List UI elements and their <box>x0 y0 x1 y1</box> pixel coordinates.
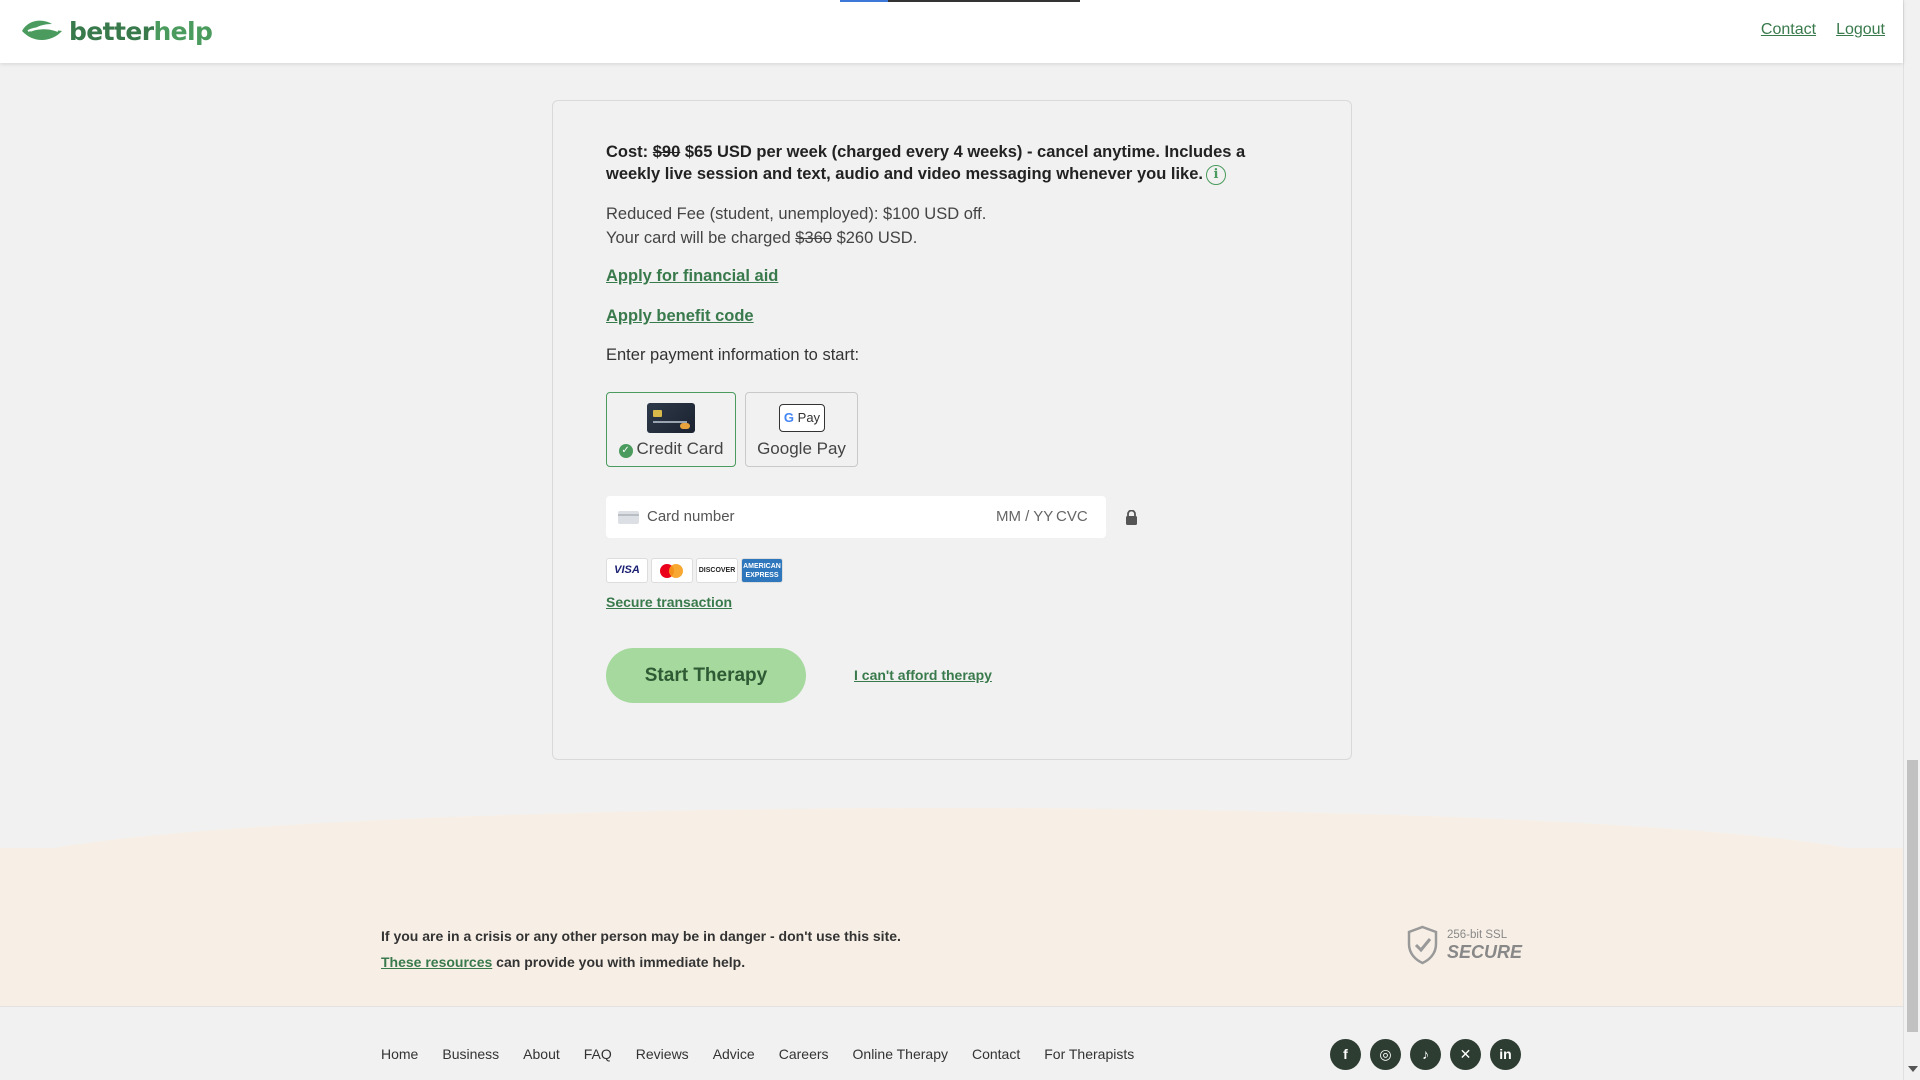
logo-wordmark: betterhelp <box>69 16 213 46</box>
secure-transaction-link[interactable]: Secure transaction <box>606 594 732 610</box>
ssl-secure-label: SECURE <box>1447 941 1523 962</box>
visa-icon: VISA <box>606 558 648 583</box>
charge-new-amount: $260 USD. <box>831 229 918 247</box>
check-icon: ✓ <box>618 444 633 458</box>
card-cvc-placeholder[interactable]: CVC <box>1056 508 1088 525</box>
google-pay-label: Google Pay <box>757 439 846 458</box>
card-number-placeholder[interactable]: Card number <box>647 508 735 525</box>
leaf-logo-icon <box>22 20 62 41</box>
footer-link-business[interactable]: Business <box>442 1046 499 1062</box>
credit-card-icon <box>647 403 695 433</box>
header-progress-line <box>840 0 1080 2</box>
contact-link[interactable]: Contact <box>1761 21 1816 39</box>
cost-description: Cost: $90 $65 USD per week (charged ever… <box>606 141 1286 185</box>
charge-prefix: Your card will be charged <box>606 229 796 247</box>
header-progress-fill <box>840 0 888 2</box>
google-pay-icon: G Pay <box>779 404 825 432</box>
header-nav: Contact Logout <box>1761 21 1885 39</box>
scroll-down-arrow-icon[interactable] <box>1908 1066 1918 1072</box>
crisis-resources-text: can provide you with immediate help. <box>492 954 746 970</box>
page-scrollbar[interactable] <box>1903 0 1920 1080</box>
scrollbar-thumb[interactable] <box>1907 760 1918 1032</box>
shield-check-icon <box>1407 925 1438 965</box>
ssl-badge: 256-bit SSL SECURE <box>1406 925 1522 965</box>
payment-panel: Cost: $90 $65 USD per week (charged ever… <box>552 100 1352 760</box>
benefit-code-link[interactable]: Apply benefit code <box>606 307 754 326</box>
info-icon[interactable]: i <box>1205 164 1226 185</box>
financial-aid-link[interactable]: Apply for financial aid <box>606 267 778 286</box>
social-links: f ◎ ♪ ✕ in <box>1330 1039 1521 1070</box>
footer-link-advice[interactable]: Advice <box>713 1046 755 1062</box>
footer-links: Home Business About FAQ Reviews Advice C… <box>381 1046 1134 1062</box>
crisis-notice: If you are in a crisis or any other pers… <box>381 923 901 975</box>
resources-link[interactable]: These resources <box>381 954 492 970</box>
footer-link-careers[interactable]: Careers <box>779 1046 829 1062</box>
footer-link-online-therapy[interactable]: Online Therapy <box>853 1046 948 1062</box>
card-number-field[interactable]: Card number MM / YY CVC <box>606 496 1106 538</box>
instagram-icon[interactable]: ◎ <box>1370 1039 1401 1070</box>
credit-card-text: Credit Card <box>636 439 724 458</box>
crisis-line: If you are in a crisis or any other pers… <box>381 928 901 944</box>
reduced-fee-block: Reduced Fee (student, unemployed): $100 … <box>606 202 986 250</box>
cost-prefix: Cost: <box>606 143 653 161</box>
facebook-icon[interactable]: f <box>1330 1039 1361 1070</box>
discover-icon: DISCOVER <box>696 558 738 583</box>
site-header: betterhelp Contact Logout <box>0 0 1903 63</box>
logo-better: better <box>69 16 154 46</box>
ssl-text: 256-bit SSL SECURE <box>1447 929 1522 962</box>
ssl-small-label: 256-bit SSL <box>1447 928 1508 941</box>
footer-link-for-therapists[interactable]: For Therapists <box>1044 1046 1134 1062</box>
footer-link-about[interactable]: About <box>523 1046 560 1062</box>
reduced-fee-line: Reduced Fee (student, unemployed): $100 … <box>606 205 987 223</box>
card-expiry-placeholder[interactable]: MM / YY <box>996 508 1053 525</box>
logout-link[interactable]: Logout <box>1836 21 1885 39</box>
crisis-resources-line: These resources can provide you with imm… <box>381 949 901 975</box>
google-pay-option[interactable]: G Pay Google Pay <box>745 392 858 467</box>
footer-link-home[interactable]: Home <box>381 1046 418 1062</box>
credit-card-label: ✓ Credit Card <box>607 439 735 459</box>
charge-old-amount: $360 <box>795 229 832 247</box>
cost-text: $65 USD per week (charged every 4 weeks)… <box>606 143 1246 183</box>
linkedin-icon[interactable]: in <box>1490 1039 1521 1070</box>
cant-afford-link[interactable]: I can't afford therapy <box>854 667 992 683</box>
payment-prompt: Enter payment information to start: <box>606 346 860 364</box>
cost-old-price: $90 <box>652 143 681 161</box>
footer-band <box>0 848 1903 1006</box>
credit-card-option[interactable]: ✓ Credit Card <box>606 392 736 467</box>
footer-link-faq[interactable]: FAQ <box>584 1046 612 1062</box>
lock-icon <box>1126 510 1137 525</box>
footer-link-reviews[interactable]: Reviews <box>636 1046 689 1062</box>
x-icon[interactable]: ✕ <box>1450 1039 1481 1070</box>
start-therapy-button[interactable]: Start Therapy <box>606 648 806 703</box>
footer-link-contact[interactable]: Contact <box>972 1046 1020 1062</box>
footer-bottom: Home Business About FAQ Reviews Advice C… <box>0 1006 1903 1080</box>
card-brand-logos: VISA DISCOVER AMERICAN EXPRESS <box>606 558 783 583</box>
logo-help: help <box>153 16 213 46</box>
charge-line: Your card will be charged $360 $260 USD. <box>606 226 986 250</box>
tiktok-icon[interactable]: ♪ <box>1410 1039 1441 1070</box>
card-placeholder-icon <box>618 511 639 524</box>
amex-icon: AMERICAN EXPRESS <box>741 558 783 583</box>
betterhelp-logo[interactable]: betterhelp <box>18 16 213 46</box>
mastercard-icon <box>651 558 693 583</box>
